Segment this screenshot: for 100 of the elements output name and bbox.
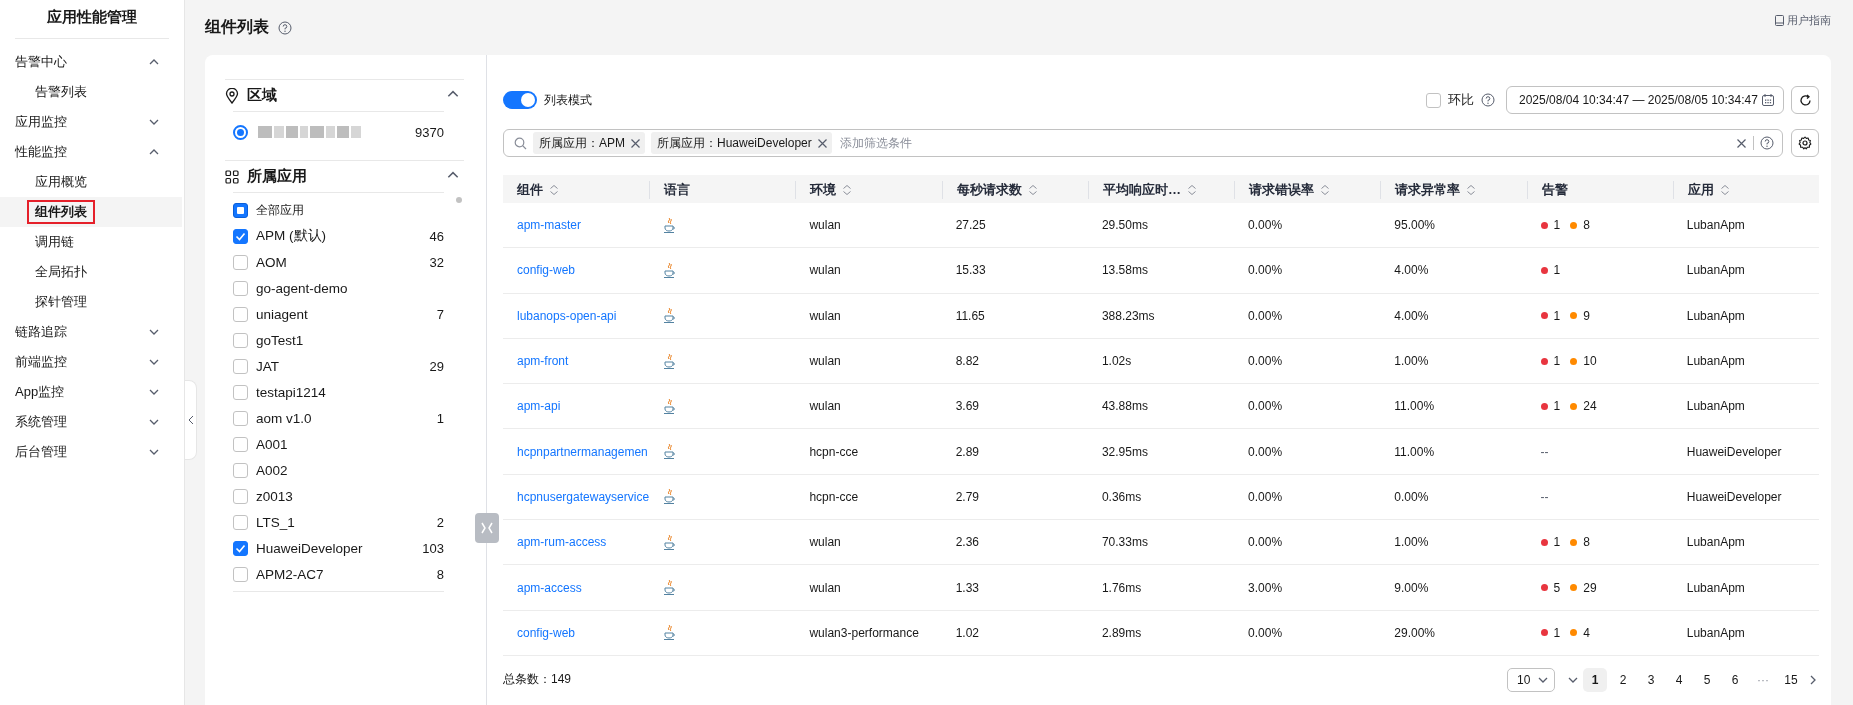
sidebar-group[interactable]: 前端监控 bbox=[0, 347, 184, 377]
sidebar-group[interactable]: 后台管理 bbox=[0, 437, 184, 467]
scrollbar-thumb[interactable] bbox=[456, 197, 462, 203]
sidebar-group[interactable]: 链路追踪 bbox=[0, 317, 184, 347]
page-button[interactable]: 6 bbox=[1723, 667, 1747, 692]
checkbox[interactable] bbox=[233, 332, 248, 348]
checkbox[interactable] bbox=[233, 228, 248, 244]
sidebar-group[interactable]: 告警中心 bbox=[0, 47, 184, 77]
checkbox[interactable] bbox=[1426, 92, 1441, 108]
app-option[interactable]: A001 bbox=[233, 431, 444, 457]
app-option[interactable]: z0013 bbox=[233, 483, 444, 509]
page-button[interactable]: 2 bbox=[1611, 667, 1635, 692]
app-option[interactable]: APM (默认) 46 bbox=[233, 223, 444, 249]
sidebar-item[interactable]: 探针管理 bbox=[0, 287, 182, 317]
sort-icon[interactable] bbox=[1186, 184, 1197, 196]
alarm-count: 1 bbox=[1553, 354, 1561, 369]
coffee-cup-icon bbox=[663, 261, 677, 279]
sort-icon[interactable] bbox=[1719, 184, 1730, 196]
alarm-count: 10 bbox=[1583, 354, 1597, 369]
page-size-select[interactable]: 10 bbox=[1507, 667, 1555, 692]
split-handle[interactable] bbox=[475, 513, 499, 543]
app-option[interactable]: AOM 32 bbox=[233, 249, 444, 275]
section-title: 所属应用 bbox=[225, 167, 307, 186]
radio-button[interactable] bbox=[233, 124, 248, 140]
component-link[interactable]: apm-api bbox=[517, 399, 561, 414]
sort-icon[interactable] bbox=[1027, 184, 1038, 196]
help-icon[interactable] bbox=[1481, 93, 1495, 107]
checkbox[interactable] bbox=[233, 280, 248, 296]
collapse-handle[interactable] bbox=[185, 380, 197, 460]
sidebar-item[interactable]: 调用链 bbox=[0, 227, 182, 257]
clear-icon[interactable] bbox=[1736, 137, 1747, 149]
sidebar-item[interactable]: 组件列表 bbox=[0, 197, 182, 227]
checkbox[interactable] bbox=[233, 540, 248, 556]
checkbox[interactable] bbox=[233, 514, 248, 530]
page-button[interactable]: 5 bbox=[1695, 667, 1719, 692]
app-option[interactable]: A002 bbox=[233, 457, 444, 483]
table-cell: wulan bbox=[809, 399, 841, 414]
sidebar-item[interactable]: 全局拓扑 bbox=[0, 257, 182, 287]
table-cell: 1.00% bbox=[1394, 354, 1429, 369]
component-link[interactable]: apm-access bbox=[517, 580, 582, 595]
component-link[interactable]: hcpnusergatewayservice bbox=[517, 489, 650, 504]
checkbox[interactable] bbox=[233, 306, 248, 322]
page-button[interactable]: 15 bbox=[1779, 667, 1803, 692]
sort-icon[interactable] bbox=[842, 184, 853, 196]
app-option[interactable]: JAT 29 bbox=[233, 353, 444, 379]
partial-mark-icon bbox=[237, 206, 244, 214]
component-link[interactable]: lubanops-open-api bbox=[517, 308, 617, 323]
checkbox[interactable] bbox=[233, 254, 248, 270]
checkbox[interactable] bbox=[233, 410, 248, 426]
sort-icon[interactable] bbox=[1320, 184, 1331, 196]
date-range-field[interactable]: 2025/08/04 10:34:47 — 2025/08/05 10:34:47 bbox=[1506, 86, 1784, 114]
app-option[interactable]: LTS_1 2 bbox=[233, 509, 444, 535]
app-option[interactable]: testapi1214 bbox=[233, 379, 444, 405]
component-link[interactable]: config-web bbox=[517, 625, 576, 640]
checkbox[interactable] bbox=[233, 202, 248, 218]
sidebar-group[interactable]: 性能监控 bbox=[0, 137, 184, 167]
checkbox[interactable] bbox=[233, 566, 248, 582]
page-ellipsis[interactable]: ··· bbox=[1751, 667, 1775, 692]
app-option[interactable]: 全部应用 bbox=[233, 197, 444, 223]
coffee-cup-icon bbox=[663, 533, 677, 551]
sidebar-item[interactable]: 应用概览 bbox=[0, 167, 182, 197]
app-option[interactable]: APM2-AC7 8 bbox=[233, 561, 444, 587]
page-button[interactable]: 4 bbox=[1667, 667, 1691, 692]
page-button[interactable]: 1 bbox=[1583, 667, 1607, 692]
remove-icon[interactable] bbox=[630, 137, 641, 149]
region-option[interactable]: 9370 bbox=[233, 112, 444, 152]
component-link[interactable]: config-web bbox=[517, 263, 576, 278]
table-cell: wulan bbox=[809, 263, 841, 278]
sidebar-group[interactable]: 系统管理 bbox=[0, 407, 184, 437]
table-cell: HuaweiDeveloper bbox=[1686, 444, 1782, 459]
table-cell: 0.00% bbox=[1248, 625, 1283, 640]
app-option[interactable]: go-agent-demo bbox=[233, 275, 444, 301]
component-link[interactable]: apm-front bbox=[517, 354, 569, 369]
user-guide-link[interactable]: 用户指南 bbox=[1775, 13, 1831, 28]
app-option[interactable]: uniagent 7 bbox=[233, 301, 444, 327]
app-option[interactable]: goTest1 bbox=[233, 327, 444, 353]
checkbox[interactable] bbox=[233, 384, 248, 400]
app-option[interactable]: aom v1.0 1 bbox=[233, 405, 444, 431]
page-button[interactable]: 3 bbox=[1639, 667, 1663, 692]
app-option[interactable]: HuaweiDeveloper 103 bbox=[233, 535, 444, 561]
sidebar-group[interactable]: App监控 bbox=[0, 377, 184, 407]
help-icon[interactable] bbox=[1760, 136, 1774, 150]
checkbox[interactable] bbox=[233, 488, 248, 504]
filter-bar[interactable]: 所属应用：APM 所属应用：HuaweiDeveloper 添加筛选条件 bbox=[503, 129, 1783, 157]
help-icon[interactable] bbox=[278, 20, 292, 35]
sidebar-group[interactable]: 应用监控 bbox=[0, 107, 184, 137]
component-link[interactable]: apm-rum-access bbox=[517, 535, 607, 550]
component-link[interactable]: hcpnpartnermanagemen bbox=[517, 444, 648, 459]
settings-button[interactable] bbox=[1791, 129, 1819, 157]
sort-icon[interactable] bbox=[549, 184, 559, 196]
refresh-button[interactable] bbox=[1791, 86, 1819, 114]
table-cell: LubanApm bbox=[1686, 354, 1745, 369]
remove-icon[interactable] bbox=[816, 137, 828, 149]
checkbox[interactable] bbox=[233, 436, 248, 452]
checkbox[interactable] bbox=[233, 462, 248, 478]
sort-icon[interactable] bbox=[1466, 184, 1477, 196]
component-link[interactable]: apm-master bbox=[517, 218, 581, 233]
sidebar-item[interactable]: 告警列表 bbox=[0, 77, 182, 107]
checkbox[interactable] bbox=[233, 358, 248, 374]
toggle-switch[interactable] bbox=[503, 91, 537, 109]
